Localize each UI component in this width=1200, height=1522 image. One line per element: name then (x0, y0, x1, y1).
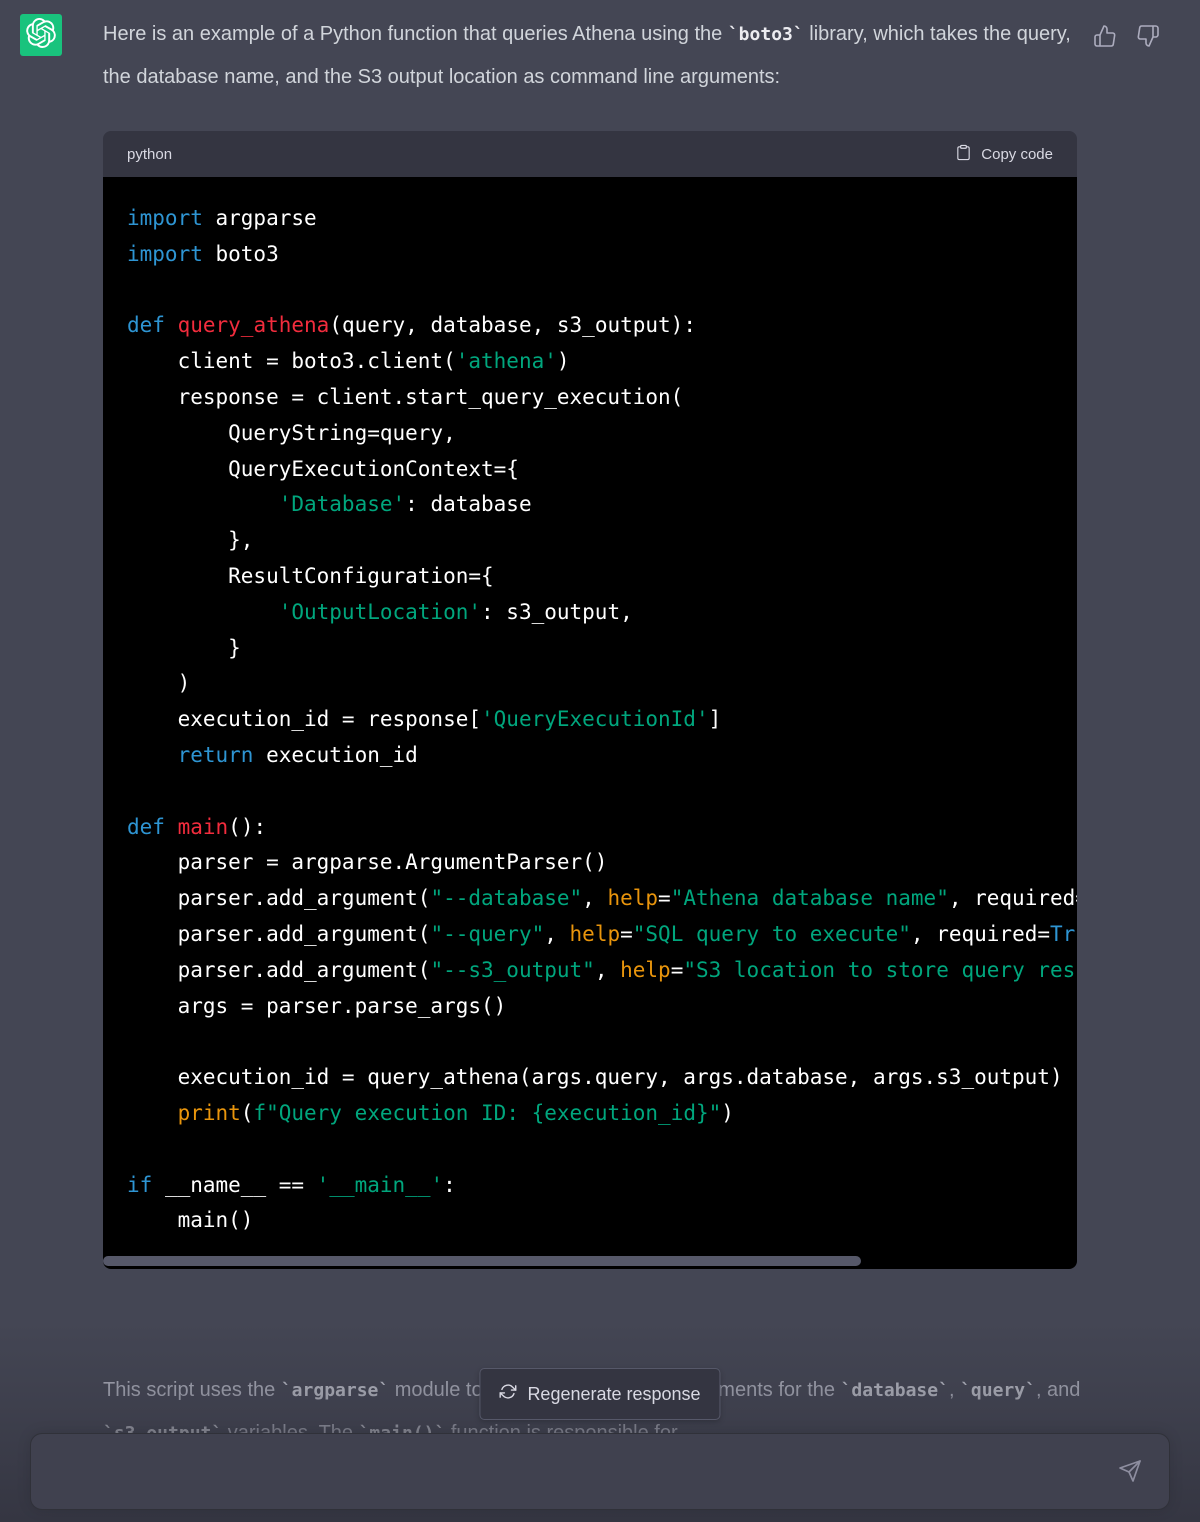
code-line (127, 774, 1077, 810)
code-line: import boto3 (127, 237, 1077, 273)
thumbs-up-icon[interactable] (1093, 24, 1117, 53)
assistant-message-row: Here is an example of a Python function … (0, 0, 1200, 1522)
code-line: parser.add_argument("--database", help="… (127, 881, 1077, 917)
code-line: QueryString=query, (127, 416, 1077, 452)
code-line (127, 1132, 1077, 1168)
code-block-body: import argparseimport boto3 def query_at… (103, 177, 1077, 1269)
code-line: } (127, 631, 1077, 667)
code-line: response = client.start_query_execution( (127, 380, 1077, 416)
message-intro-paragraph: Here is an example of a Python function … (103, 0, 1077, 98)
regenerate-response-button[interactable]: Regenerate response (479, 1368, 720, 1420)
copy-code-button[interactable]: Copy code (955, 144, 1053, 165)
refresh-icon (499, 1383, 516, 1405)
code-line: parser.add_argument("--query", help="SQL… (127, 917, 1077, 953)
openai-logo-icon (26, 18, 56, 53)
copy-code-label: Copy code (981, 146, 1053, 163)
message-feedback (1093, 24, 1160, 53)
code-line: }, (127, 523, 1077, 559)
code-line: args = parser.parse_args() (127, 989, 1077, 1025)
code-line: execution_id = response['QueryExecutionI… (127, 702, 1077, 738)
code-line: execution_id = query_athena(args.query, … (127, 1060, 1077, 1096)
inline-code: `query` (960, 1380, 1036, 1401)
code-line: import argparse (127, 201, 1077, 237)
clipboard-icon (955, 144, 972, 165)
code-block-header: python Copy code (103, 131, 1077, 177)
code-line: ResultConfiguration={ (127, 559, 1077, 595)
code-line (127, 1024, 1077, 1060)
code-line: 'Database': database (127, 487, 1077, 523)
regenerate-response-label: Regenerate response (527, 1384, 700, 1405)
inline-code: `boto3` (728, 24, 804, 45)
code-line: QueryExecutionContext={ (127, 452, 1077, 488)
code-line: ) (127, 666, 1077, 702)
code-line: return execution_id (127, 738, 1077, 774)
code-line (127, 273, 1077, 309)
composer-input[interactable] (51, 1448, 1101, 1495)
code-line: client = boto3.client('athena') (127, 344, 1077, 380)
inline-code: `argparse` (281, 1380, 389, 1401)
send-button[interactable] (1115, 1457, 1145, 1487)
code-line: main() (127, 1203, 1077, 1239)
code-line: 'OutputLocation': s3_output, (127, 595, 1077, 631)
inline-code: `database` (841, 1380, 949, 1401)
composer (30, 1433, 1170, 1510)
code-line: parser = argparse.ArgumentParser() (127, 845, 1077, 881)
assistant-avatar (20, 14, 62, 56)
code-horizontal-scrollbar[interactable] (103, 1256, 861, 1266)
code-language-label: python (127, 146, 172, 163)
code-line: if __name__ == '__main__': (127, 1168, 1077, 1204)
code-line: print(f"Query execution ID: {execution_i… (127, 1096, 1077, 1132)
code-block: python Copy code import argparseimport b… (103, 131, 1077, 1269)
message-content: Here is an example of a Python function … (103, 0, 1077, 1269)
send-icon (1118, 1459, 1142, 1486)
code-line: parser.add_argument("--s3_output", help=… (127, 953, 1077, 989)
thumbs-down-icon[interactable] (1136, 24, 1160, 53)
code-line: def main(): (127, 810, 1077, 846)
code-line: def query_athena(query, database, s3_out… (127, 308, 1077, 344)
